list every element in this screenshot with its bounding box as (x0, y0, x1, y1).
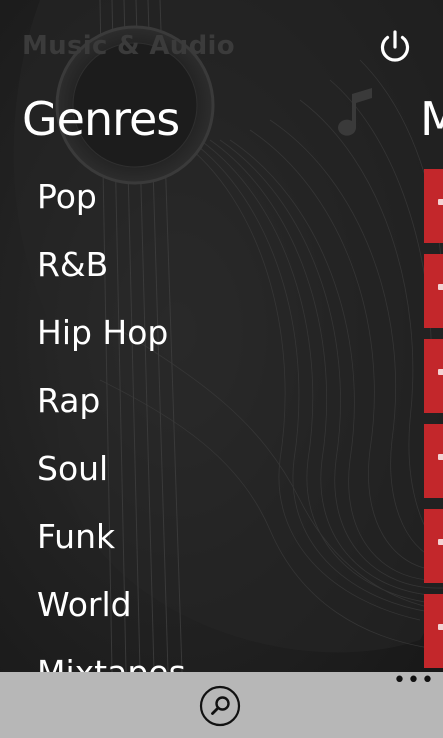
next-pivot-tiles (424, 169, 443, 679)
tile[interactable] (424, 169, 443, 243)
pivot-title-next-peek[interactable]: M (420, 92, 443, 146)
search-icon[interactable] (199, 685, 241, 727)
app-screen: Music & Audio Genres M Pop R&B Hip Hop R… (0, 0, 443, 738)
app-title: Music & Audio (22, 31, 235, 61)
pivot-title-genres[interactable]: Genres (22, 92, 180, 146)
tile[interactable] (424, 594, 443, 668)
app-bar: ••• (0, 670, 443, 738)
music-note-icon (338, 88, 372, 136)
genre-item-rap[interactable]: Rap (37, 374, 186, 442)
genre-item-soul[interactable]: Soul (37, 442, 186, 510)
genre-item-pop[interactable]: Pop (37, 170, 186, 238)
genre-list: Pop R&B Hip Hop Rap Soul Funk World Mixt… (37, 170, 186, 714)
more-options-button[interactable]: ••• (393, 670, 434, 698)
genre-item-funk[interactable]: Funk (37, 510, 186, 578)
tile[interactable] (424, 254, 443, 328)
genre-item-hip-hop[interactable]: Hip Hop (37, 306, 186, 374)
power-icon[interactable] (376, 28, 414, 66)
tile[interactable] (424, 424, 443, 498)
genre-item-world[interactable]: World (37, 578, 186, 646)
tile[interactable] (424, 509, 443, 583)
genre-item-rnb[interactable]: R&B (37, 238, 186, 306)
tile[interactable] (424, 339, 443, 413)
